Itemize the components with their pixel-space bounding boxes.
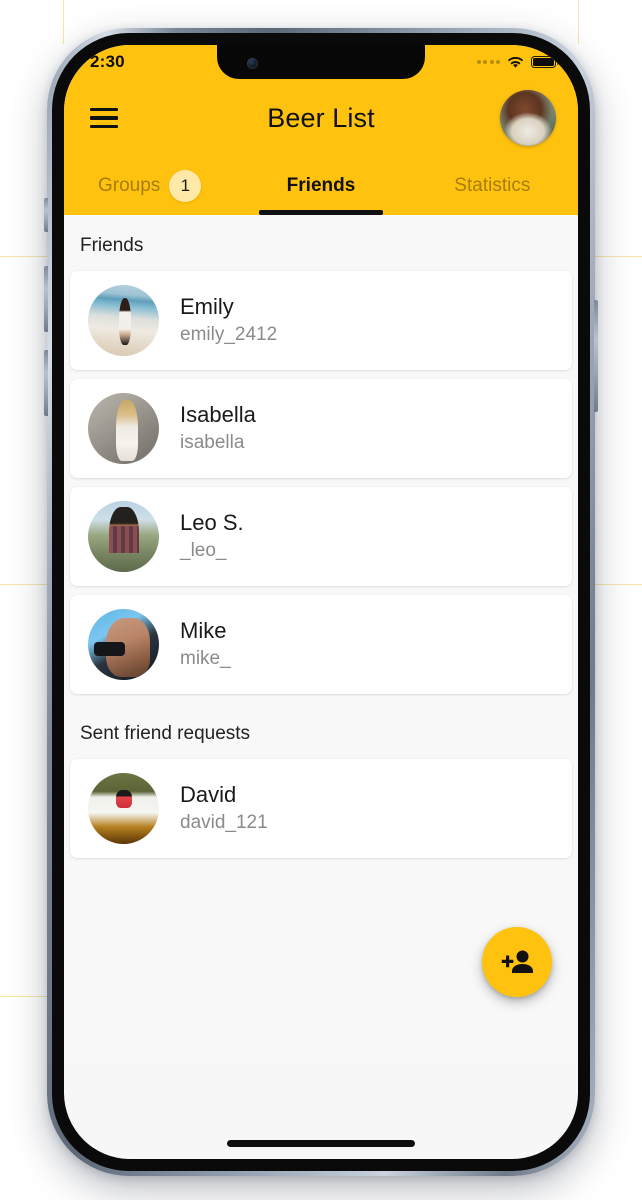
tab-friends[interactable]: Friends <box>235 157 406 215</box>
tab-groups[interactable]: Groups 1 <box>64 157 235 215</box>
tab-groups-badge: 1 <box>169 170 202 202</box>
phone-screen: 2:30 Beer List Groups 1 Friends Statisti… <box>64 45 578 1159</box>
list-item-text: David david_121 <box>180 781 268 835</box>
list-item-name: Mike <box>180 618 227 644</box>
front-camera-icon <box>247 58 258 69</box>
section-header-sent-requests: Sent friend requests <box>64 703 578 759</box>
list-item[interactable]: David david_121 <box>70 759 572 858</box>
david-avatar <box>88 773 159 844</box>
list-item-handle: emily_2412 <box>180 323 278 345</box>
battery-full-icon <box>531 55 559 69</box>
volume-up-button[interactable] <box>44 266 48 332</box>
wifi-icon <box>507 56 524 68</box>
list-item-text: Emily emily_2412 <box>180 293 277 347</box>
tab-bar: Groups 1 Friends Statistics <box>64 157 578 215</box>
list-item[interactable]: Mike mike_ <box>70 595 572 694</box>
friends-list-content: Friends Emily emily_2412 Isabella isabel… <box>64 215 578 1061</box>
app-header: Beer List <box>64 79 578 157</box>
list-item-name: David <box>180 782 237 808</box>
tab-statistics-label: Statistics <box>454 175 531 196</box>
list-item-handle: mike_ <box>180 647 231 669</box>
volume-down-button[interactable] <box>44 350 48 416</box>
list-item-name: Emily <box>180 294 234 320</box>
profile-avatar[interactable] <box>500 90 556 146</box>
list-item-handle: _leo_ <box>180 539 227 561</box>
list-item-handle: isabella <box>180 431 245 453</box>
leo-avatar <box>88 501 159 572</box>
list-item-text: Isabella isabella <box>180 401 256 455</box>
screenshot-stage: 2:30 Beer List Groups 1 Friends Statisti… <box>0 0 642 1200</box>
phone-frame: 2:30 Beer List Groups 1 Friends Statisti… <box>44 28 598 1176</box>
list-item-handle: david_121 <box>180 811 268 833</box>
hamburger-menu-icon[interactable] <box>90 108 118 128</box>
power-button[interactable] <box>594 300 598 412</box>
guide-line <box>578 0 579 44</box>
tab-friends-label: Friends <box>286 175 356 196</box>
list-item-text: Mike mike_ <box>180 617 231 671</box>
home-indicator <box>227 1140 415 1147</box>
silent-switch-button[interactable] <box>44 198 48 232</box>
add-friend-fab[interactable] <box>482 927 552 997</box>
cellular-dots-icon <box>476 60 500 64</box>
notch <box>217 45 425 79</box>
tab-groups-label: Groups <box>98 175 161 196</box>
mike-avatar <box>88 609 159 680</box>
list-item-name: Isabella <box>180 402 256 428</box>
isabella-avatar <box>88 393 159 464</box>
guide-line <box>63 0 64 44</box>
emily-avatar <box>88 285 159 356</box>
list-item[interactable]: Leo S. _leo_ <box>70 487 572 586</box>
status-bar-time: 2:30 <box>90 52 125 71</box>
list-item-name: Leo S. <box>180 510 244 536</box>
section-header-friends: Friends <box>64 215 578 271</box>
person-add-icon <box>501 950 533 973</box>
phone-bezel: 2:30 Beer List Groups 1 Friends Statisti… <box>52 33 590 1171</box>
status-bar-indicators <box>476 55 559 69</box>
list-item[interactable]: Emily emily_2412 <box>70 271 572 370</box>
tab-statistics[interactable]: Statistics <box>407 157 578 215</box>
list-item[interactable]: Isabella isabella <box>70 379 572 478</box>
list-item-text: Leo S. _leo_ <box>180 509 244 563</box>
